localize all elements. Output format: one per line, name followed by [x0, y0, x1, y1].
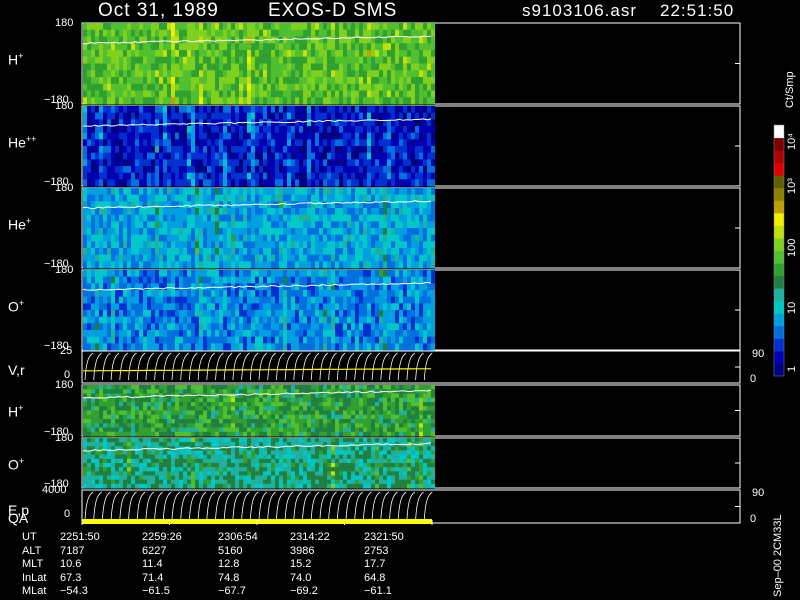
orbit-value: −67.7 — [218, 585, 246, 597]
rtick-bottom-ep: 0 — [750, 513, 757, 525]
colorbar-swatch — [774, 162, 784, 176]
spectrogram-plot — [81, 22, 785, 525]
ytick-top-hplus2: 180 — [55, 379, 74, 391]
colorbar-swatch — [774, 137, 784, 151]
colorbar-swatch — [774, 338, 784, 352]
spectrogram-heplus — [83, 188, 435, 269]
ytick-top-vr: 25 — [60, 345, 73, 357]
orbit-row-label: ALT — [22, 544, 42, 557]
orbit-value: 7187 — [60, 544, 85, 557]
ytick-top-hepp: 180 — [55, 100, 74, 112]
orbit-row-label: MLT — [22, 558, 44, 570]
orbit-value: 3986 — [290, 544, 315, 557]
ytick-top-oplus: 180 — [55, 264, 74, 276]
spectrogram-hplus2 — [83, 385, 435, 437]
orbit-row-mlat: MLat −54.3 −61.5 −67.7 −69.2 −61.1 — [0, 585, 440, 598]
orbit-row-ut: UT 2251:50 2259:26 2306:54 2314:22 2321:50 — [0, 531, 440, 544]
colorbar-label: 10⁴ — [786, 133, 798, 150]
panel-label-hplus2: H+ — [8, 402, 24, 420]
orbit-value: 2753 — [364, 544, 389, 557]
ytick-mid-ep: 0 — [64, 508, 71, 521]
orbit-value: 2259:26 — [142, 531, 182, 543]
colorbar-swatch — [774, 150, 784, 164]
rtick-bottom-vr: 0 — [750, 373, 757, 385]
spectrogram-oplus — [83, 270, 435, 351]
colorbar-swatch — [774, 263, 784, 277]
colorbar-swatch — [774, 237, 784, 251]
orbit-value: 2314:22 — [290, 531, 330, 543]
colorbar-swatch — [774, 212, 784, 226]
orbit-value: −61.1 — [364, 585, 392, 597]
colorbar-label: 10 — [786, 301, 798, 314]
colorbar-swatch — [774, 125, 784, 139]
panel-label-oplus: O+ — [8, 298, 25, 315]
colorbar-swatch — [774, 225, 784, 239]
colorbar-label: 10³ — [786, 178, 798, 194]
colorbar-swatch — [774, 187, 784, 201]
panel-label2-ep: QA — [8, 509, 29, 526]
orbit-value: 67.3 — [60, 571, 82, 584]
orbit-value: 6227 — [142, 544, 167, 557]
orbit-value: 11.4 — [142, 558, 163, 570]
orbit-value: 5160 — [218, 544, 243, 557]
rtick-top-ep: 90 — [752, 487, 765, 499]
colorbar-swatch — [774, 325, 784, 339]
colorbar-swatch — [774, 250, 784, 264]
orbit-row-mlt: MLT 10.6 11.4 12.8 15.2 17.7 — [0, 558, 440, 571]
panel-label-heplus: He+ — [8, 216, 32, 233]
orbit-row-label: MLat — [22, 585, 47, 597]
panel-label-oplus2: O+ — [8, 455, 25, 473]
spectrogram-oplus2 — [83, 438, 435, 489]
orbit-value: 74.0 — [290, 571, 312, 584]
orbit-row-inlat: InLat 67.3 71.4 74.8 74.0 64.8 — [0, 572, 440, 585]
colorbar-swatch — [774, 300, 784, 314]
colorbar-swatch — [774, 313, 784, 327]
orbit-value: −61.5 — [142, 585, 170, 597]
version-label: Sep–00 2CM33L — [772, 514, 784, 597]
orbit-value: 74.8 — [218, 571, 240, 584]
orbit-value: 12.8 — [218, 558, 240, 570]
ytick-top-heplus: 180 — [55, 182, 74, 194]
ytick-top-hplus: 180 — [55, 17, 74, 29]
colorbar-swatch — [774, 288, 784, 302]
rtick-top-vr: 90 — [752, 348, 765, 360]
orbit-value: 2306:54 — [218, 531, 258, 543]
orbit-row-label: UT — [22, 531, 37, 543]
ytick-top-oplus2: 180 — [55, 432, 74, 444]
orbit-value: 17.7 — [364, 558, 386, 570]
colorbar-swatch — [774, 275, 784, 289]
orbit-value: −69.2 — [290, 585, 318, 597]
orbit-row-alt: ALT 7187 6227 5160 3986 2753 — [0, 545, 440, 558]
orbit-row-label: InLat — [22, 571, 47, 584]
colorbar-unit: Ct/Smp — [784, 71, 796, 108]
panel-label-hepp: He++ — [8, 134, 37, 151]
colorbar-label: 100 — [786, 238, 798, 257]
orbit-value: 2251:50 — [60, 531, 100, 543]
spectrogram-hepp — [83, 106, 435, 187]
orbit-value: 2321:50 — [364, 531, 404, 543]
orbit-value: 10.6 — [60, 558, 82, 570]
spectrogram-hplus — [83, 23, 435, 105]
panel-label-hplus: H+ — [8, 51, 24, 68]
orbit-value: 15.2 — [290, 558, 312, 570]
panel-label-vr: V,r — [8, 362, 25, 379]
colorbar-swatch — [774, 200, 784, 214]
orbit-value: 64.8 — [364, 571, 386, 584]
colorbar-swatch — [774, 350, 784, 364]
orbit-value: −54.3 — [60, 585, 88, 597]
orbit-value: 71.4 — [142, 571, 164, 584]
colorbar-label: 1 — [786, 365, 798, 372]
colorbar-swatch — [774, 363, 784, 377]
ytick-top-ep: 4000 — [42, 484, 67, 496]
colorbar-swatch — [774, 175, 784, 189]
